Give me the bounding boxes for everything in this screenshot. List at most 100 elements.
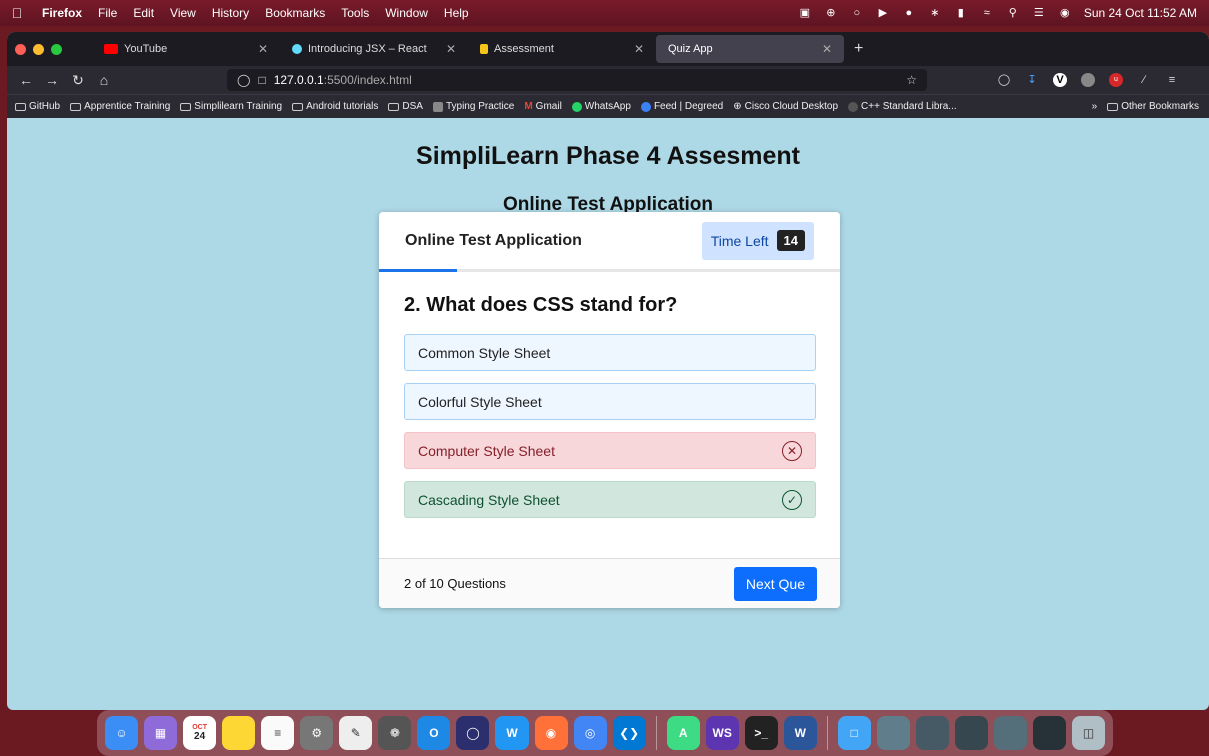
answer-option-3[interactable]: Computer Style Sheet ✕	[404, 432, 816, 469]
dock-separator	[655, 716, 657, 750]
tab-label: Assessment	[494, 43, 554, 55]
bookmark-gmail[interactable]: M Gmail	[524, 101, 561, 112]
minimized-window-4[interactable]	[993, 716, 1028, 750]
terminal-icon[interactable]: >_	[744, 716, 778, 750]
downloads-folder-icon[interactable]: □	[837, 716, 871, 750]
ublock-icon[interactable]: u	[1109, 73, 1123, 87]
menubar-clock[interactable]: Sun 24 Oct 11:52 AM	[1084, 6, 1197, 20]
bookmark-dsa[interactable]: DSA	[388, 101, 423, 112]
chrome-icon[interactable]: ◎	[573, 716, 607, 750]
timer-count: 14	[776, 230, 805, 251]
battery-icon[interactable]: ▮	[954, 7, 968, 19]
answer-option-1[interactable]: Common Style Sheet	[404, 334, 816, 371]
bookmark-degreed[interactable]: Feed | Degreed	[640, 101, 723, 112]
url-bar[interactable]: ◯ □ 127.0.0.1 :5500/index.html ☆	[227, 69, 927, 91]
tab-quiz-app[interactable]: Quiz App ✕	[656, 35, 844, 63]
menu-window[interactable]: Window	[377, 6, 436, 20]
finder-icon[interactable]: ☺	[105, 716, 139, 750]
control-center-icon[interactable]: ☰	[1032, 7, 1046, 19]
vimeo-extension-icon[interactable]: V	[1053, 73, 1067, 87]
overflow-chevron-icon[interactable]: »	[1092, 101, 1098, 112]
word-icon[interactable]: W	[783, 716, 817, 750]
answer-option-4[interactable]: Cascading Style Sheet ✓	[404, 481, 816, 518]
record-icon[interactable]: ●	[902, 7, 916, 19]
firefox-icon[interactable]: ◉	[534, 716, 568, 750]
system-preferences-icon[interactable]: ⚙	[300, 716, 334, 750]
spotlight-icon[interactable]: ⚲	[1006, 7, 1020, 19]
new-tab-button[interactable]: +	[844, 40, 873, 58]
bookmark-typing[interactable]: Typing Practice	[432, 101, 514, 112]
bookmark-android[interactable]: Android tutorials	[292, 101, 378, 112]
wifi-icon[interactable]: ≈	[980, 7, 994, 19]
notes-icon[interactable]	[222, 716, 256, 750]
close-tab-icon[interactable]: ✕	[822, 42, 832, 56]
play-icon[interactable]: ▶	[876, 7, 890, 19]
chatgpt-icon[interactable]: ❁	[378, 716, 412, 750]
search-status-icon[interactable]: ○	[850, 7, 864, 19]
bookmark-cpp[interactable]: C++ Standard Libra...	[848, 101, 957, 112]
eclipse-icon[interactable]: ◯	[456, 716, 490, 750]
close-tab-icon[interactable]: ✕	[634, 42, 644, 56]
menu-edit[interactable]: Edit	[125, 6, 162, 20]
bookmark-cisco[interactable]: ⊕ Cisco Cloud Desktop	[733, 101, 838, 112]
tab-assessment[interactable]: Assessment ✕	[468, 32, 656, 66]
download-icon[interactable]: ↧	[1025, 73, 1039, 87]
back-icon[interactable]: ←	[13, 72, 39, 88]
siri-icon[interactable]: ◉	[1058, 7, 1072, 19]
bookmark-simplilearn[interactable]: Simplilearn Training	[180, 101, 282, 112]
menu-file[interactable]: File	[90, 6, 125, 20]
answer-option-2[interactable]: Colorful Style Sheet	[404, 383, 816, 420]
menu-tools[interactable]: Tools	[333, 6, 377, 20]
screen-icon[interactable]: ▣	[798, 7, 812, 19]
menu-history[interactable]: History	[204, 6, 257, 20]
apple-icon[interactable]: 	[0, 5, 34, 21]
menu-app[interactable]: Firefox	[34, 6, 90, 20]
outlook-icon[interactable]: O	[417, 716, 451, 750]
shield-icon[interactable]: ◯	[237, 73, 250, 87]
minimized-window-2[interactable]	[915, 716, 949, 750]
pocket-icon[interactable]: ◯	[997, 73, 1011, 87]
vpn-icon[interactable]: ⊕	[824, 7, 838, 19]
profile-extension-icon[interactable]	[1081, 73, 1095, 87]
tab-youtube[interactable]: YouTube ✕	[92, 32, 280, 66]
timer-badge: Time Left 14	[701, 221, 814, 260]
trash-icon[interactable]: ◫	[1072, 716, 1106, 750]
menu-bookmarks[interactable]: Bookmarks	[257, 6, 333, 20]
script-editor-icon[interactable]: ✎	[339, 716, 373, 750]
bookmark-star-icon[interactable]: ☆	[906, 73, 917, 87]
bookmark-whatsapp[interactable]: WhatsApp	[571, 101, 631, 112]
quiz-card-header: Online Test Application Time Left 14	[379, 212, 840, 272]
forward-icon[interactable]: →	[39, 72, 65, 88]
menu-view[interactable]: View	[162, 6, 204, 20]
vscode-icon[interactable]: ❮❯	[612, 716, 646, 750]
calendar-icon[interactable]: OCT 24	[183, 716, 217, 750]
android-studio-icon[interactable]: A	[666, 716, 700, 750]
launchpad-icon[interactable]: ▦	[144, 716, 178, 750]
whatsapp-icon	[571, 101, 582, 112]
quiz-card-body: 2. What does CSS stand for? Common Style…	[379, 272, 840, 518]
minimized-window-1[interactable]	[876, 716, 910, 750]
zoom-window-button[interactable]	[51, 43, 62, 55]
timer-label: Time Left	[710, 232, 769, 249]
home-icon[interactable]: ⌂	[91, 72, 117, 88]
gmail-icon: M	[524, 101, 533, 112]
bluetooth-icon[interactable]: ∗	[928, 7, 942, 19]
minimize-window-button[interactable]	[33, 43, 44, 55]
pen-extension-icon[interactable]: ∕	[1137, 73, 1151, 87]
minimized-window-5[interactable]	[1033, 716, 1067, 750]
next-question-button[interactable]: Next Que	[733, 566, 817, 601]
minimized-window-3[interactable]	[954, 716, 988, 750]
bookmark-other[interactable]: Other Bookmarks	[1107, 101, 1199, 112]
menu-help[interactable]: Help	[436, 6, 477, 20]
tab-react[interactable]: Introducing JSX – React ✕	[280, 32, 468, 66]
reminders-icon[interactable]: ≡	[261, 716, 295, 750]
close-tab-icon[interactable]: ✕	[258, 42, 268, 56]
reload-icon[interactable]: ↻	[65, 72, 91, 89]
webex-icon[interactable]: W	[495, 716, 529, 750]
menu-hamburger-icon[interactable]: ≡	[1165, 73, 1179, 87]
bookmark-github[interactable]: GitHub	[15, 101, 60, 112]
close-tab-icon[interactable]: ✕	[446, 42, 456, 56]
webstorm-icon[interactable]: WS	[705, 716, 739, 750]
bookmark-apprentice[interactable]: Apprentice Training	[70, 101, 170, 112]
close-window-button[interactable]	[15, 43, 26, 55]
